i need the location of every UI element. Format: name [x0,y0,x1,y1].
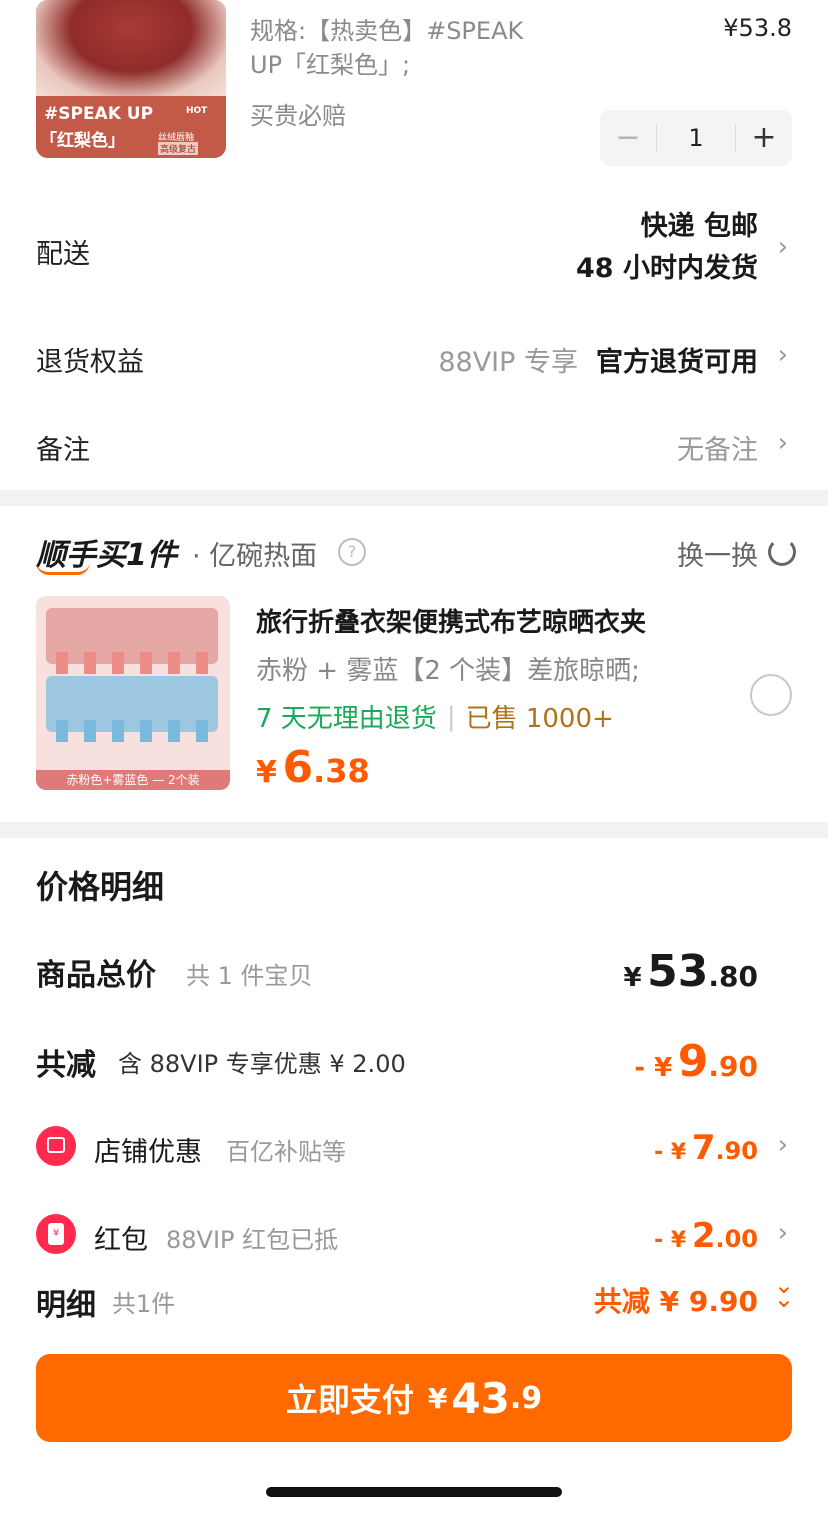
reduce-label: 共减 [36,1048,96,1083]
shop-dec: .90 [715,1137,758,1165]
pink-clips-image [56,652,216,674]
shop-discount-amount[interactable]: - ¥ 7.90 [654,1128,758,1168]
addon-title-underline [36,562,90,575]
delivery-info[interactable]: 快递 包邮 48 小时内发货 [576,206,758,290]
shop-prefix: - ¥ [654,1140,687,1165]
addon-thumbnail[interactable]: 赤粉色+雾蓝色 — 2个装 [36,596,230,790]
delivery-chevron-icon[interactable]: › [778,232,788,262]
product-thumbnail[interactable]: #SPEAK UP HOT 「红梨色」 丝绒唇釉 高级复古 [36,0,226,158]
red-packet-label: 红包 [94,1225,148,1256]
shop-int: 7 [691,1128,716,1168]
tag-separator: | [446,701,456,732]
total-int: 53 [647,946,709,997]
shop-icon-glyph [47,1137,65,1153]
thumb-color: 「红梨色」 [40,131,125,151]
returns-chevron-icon[interactable]: › [778,340,788,370]
addon-select-radio[interactable] [750,674,792,716]
red-packet-note: 88VIP 红包已抵 [166,1226,339,1254]
price-guarantee: 买贵必赔 [250,102,346,130]
total-price: ¥ 53.80 [623,946,758,997]
returns-label: 退货权益 [36,347,144,378]
shop-discount-chevron-icon[interactable]: › [778,1130,788,1160]
spec-line-1: 规格:【热卖色】#SPEAK [250,17,524,45]
reduce-int: 9 [677,1036,709,1087]
decrease-button[interactable]: − [600,110,656,166]
addon-price-int: 6 [282,742,314,793]
detail-count: 共1件 [112,1290,176,1318]
red-packet-amount[interactable]: - ¥ 2.00 [654,1216,758,1256]
total-label: 商品总价 [36,958,156,993]
section-divider-2 [0,822,828,838]
delivery-method: 快递 包邮 [640,211,758,242]
reduce-prefix: - ¥ [634,1053,673,1083]
section-divider [0,490,828,506]
addon-thumb-caption: 赤粉色+雾蓝色 — 2个装 [36,770,230,790]
pay-currency: ¥ [427,1381,448,1415]
red-packet-icon: ¥ [36,1214,76,1254]
note-value[interactable]: 无备注 [677,428,758,467]
total-count: 共 1 件宝贝 [186,962,313,990]
thumb-title: #SPEAK UP [44,104,154,124]
quantity-value[interactable]: 1 [656,124,736,152]
note-chevron-icon[interactable]: › [778,428,788,458]
shop-discount-label: 店铺优惠 [94,1137,202,1168]
delivery-label: 配送 [36,239,90,270]
swap-button[interactable]: 换一换 [677,534,758,573]
addon-price-dec: .38 [313,752,370,790]
spec-line-2: UP「红梨色」; [250,51,411,79]
note-label: 备注 [36,435,90,466]
pay-dec: .9 [509,1380,543,1416]
help-icon[interactable]: ? [338,538,366,566]
addon-name[interactable]: 旅行折叠衣架便携式布艺晾晒衣夹 [256,602,646,639]
addon-price: ¥ 6.38 [256,742,370,793]
red-packet-chevron-icon[interactable]: › [778,1218,788,1248]
addon-variant: 赤粉 + 雾蓝【2 个装】差旅晾晒; [256,656,640,686]
total-reduce-summary[interactable]: 共减 ¥ 9.90 [594,1280,758,1320]
shop-discount-note: 百亿补贴等 [226,1138,346,1166]
reduce-amount: - ¥ 9.90 [634,1036,758,1087]
returns-vip-tag: 88VIP 专享 [438,347,578,378]
refresh-icon[interactable] [768,538,796,566]
reduce-note: 含 88VIP 专享优惠 ¥ 2.00 [118,1050,406,1078]
shop-icon [36,1126,76,1166]
redpack-dec: .00 [715,1225,758,1253]
product-spec: 规格:【热卖色】#SPEAK UP「红梨色」; [250,14,570,82]
thumb-small-2: 高级复古 [158,142,199,155]
expand-chevron-icon[interactable]: ⌄ ⌄ [774,1273,794,1311]
addon-price-currency: ¥ [256,755,277,790]
delivery-time: 48 小时内发货 [576,253,758,284]
redpack-prefix: - ¥ [654,1228,687,1253]
addon-subtitle: · 亿碗热面 [192,541,318,572]
breakdown-title: 价格明细 [36,868,165,906]
thumb-hot: HOT [186,106,208,116]
pay-now-button[interactable]: 立即支付 ¥ 43.9 [36,1354,792,1442]
addon-return-policy: 7 天无理由退货 [256,704,437,734]
total-dec: .80 [708,960,758,993]
addon-sold: 已售 1000+ [465,704,614,734]
quantity-stepper[interactable]: − 1 + [600,110,792,166]
home-indicator[interactable] [266,1487,562,1497]
detail-label[interactable]: 明细 [36,1280,96,1324]
blue-clips-image [56,720,216,742]
red-packet-glyph: ¥ [48,1223,64,1245]
total-currency: ¥ [623,963,642,993]
returns-info[interactable]: 88VIP 专享 官方退货可用 [438,340,758,379]
addon-tags: 7 天无理由退货 | 已售 1000+ [256,698,614,735]
returns-value: 官方退货可用 [596,347,758,378]
product-price: ¥53.8 [723,14,792,42]
reduce-dec: .90 [708,1050,758,1083]
pay-int: 43 [451,1373,510,1423]
lips-image [36,0,226,96]
increase-button[interactable]: + [736,110,792,166]
pay-label: 立即支付 [285,1381,414,1419]
redpack-int: 2 [691,1216,716,1256]
